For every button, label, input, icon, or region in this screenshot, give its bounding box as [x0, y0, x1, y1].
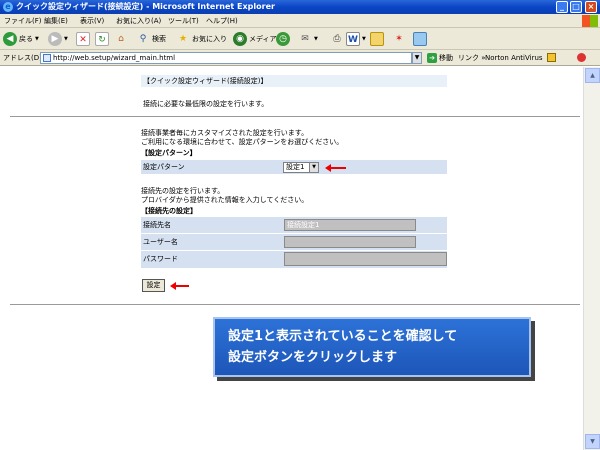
window-titlebar: e クイック設定ウィザード(接続設定) - Microsoft Internet… [0, 0, 600, 14]
media-icon: ◉ [233, 32, 247, 46]
pattern-label: 設定パターン [143, 163, 185, 171]
norton-antivirus-button[interactable]: Norton AntiVirus [485, 52, 543, 64]
messenger-button[interactable]: ✶ [392, 31, 406, 47]
pattern-select[interactable]: 設定1 ▼ [283, 162, 319, 173]
vertical-scrollbar[interactable]: ▲ ▼ [583, 67, 600, 450]
arrow-to-button-icon [170, 282, 189, 290]
research-icon [413, 32, 427, 46]
history-button[interactable]: ◷ [276, 31, 290, 47]
maximize-button[interactable]: □ [570, 1, 582, 13]
chevron-down-icon: ▼ [309, 163, 318, 172]
scroll-down-icon[interactable]: ▼ [585, 434, 600, 449]
home-icon: ⌂ [118, 34, 124, 44]
stop-icon: ✕ [76, 32, 90, 46]
messenger-icon: ✶ [395, 34, 403, 44]
ie-icon: e [3, 2, 13, 12]
research-button[interactable] [413, 31, 427, 47]
menu-edit[interactable]: 編集(E) [44, 15, 68, 27]
submit-button[interactable]: 設定 [142, 279, 165, 292]
note-icon [370, 32, 384, 46]
print-icon: ⎙ [333, 34, 341, 44]
dest-name-label: 接続先名 [143, 221, 171, 229]
password-label: パスワード [143, 255, 178, 263]
callout-line-2: 設定ボタンをクリックします [228, 350, 398, 365]
scroll-up-icon[interactable]: ▲ [585, 68, 600, 83]
address-url: http://web.setup/wizard_main.html [53, 54, 176, 62]
menu-bar: ファイル(F) 編集(E) 表示(V) お気に入り(A) ツール(T) ヘルプ(… [0, 14, 600, 28]
links-button[interactable]: リンク » [458, 52, 486, 64]
pattern-desc-1: 接続事業者毎にカスタマイズされた設定を行います。 [141, 129, 309, 137]
standard-toolbar: ◀ 戻る ▼ ▶ ▼ ✕ ↻ ⌂ ⚲ 検索 ★ お気に入り ◉ メディア ◷ ✉… [0, 28, 600, 50]
dest-name-row: 接続先名 接続設定1 [141, 217, 447, 233]
dest-desc-2: プロバイダから提供された情報を入力してください。 [141, 196, 309, 204]
pattern-desc-2: ご利用になる環境に合わせて、設定パターンをお選びください。 [141, 138, 344, 146]
forward-button[interactable]: ▶ ▼ [48, 31, 68, 47]
home-button[interactable]: ⌂ [114, 31, 128, 47]
go-arrow-icon: ➔ [427, 53, 437, 63]
minimize-button[interactable]: _ [556, 1, 568, 13]
menu-tools[interactable]: ツール(T) [168, 15, 199, 27]
menu-help[interactable]: ヘルプ(H) [206, 15, 238, 27]
refresh-icon: ↻ [95, 32, 109, 46]
pattern-select-value: 設定1 [286, 163, 305, 171]
stop-button[interactable]: ✕ [76, 31, 90, 47]
callout-line-1: 設定1と表示されていることを確認して [228, 329, 458, 344]
window-title: クイック設定ウィザード(接続設定) - Microsoft Internet E… [16, 2, 275, 11]
search-button[interactable]: ⚲ 検索 [136, 31, 166, 47]
dest-section-title: 【接続先の設定】 [141, 207, 197, 215]
divider-top [10, 116, 580, 117]
go-button[interactable]: ➔ 移動 [427, 52, 453, 64]
instruction-callout: 設定1と表示されていることを確認して 設定ボタンをクリックします [213, 317, 531, 377]
windows-logo-icon [582, 15, 598, 27]
mail-dropdown-icon: ▼ [314, 36, 318, 42]
wizard-header: 【クイック設定ウィザード(接続設定)】 [141, 75, 447, 87]
forward-dropdown-icon: ▼ [64, 36, 68, 42]
password-row: パスワード [141, 251, 447, 268]
mail-button[interactable]: ✉ ▼ [298, 31, 318, 47]
address-input[interactable]: http://web.setup/wizard_main.html [40, 52, 412, 64]
menu-favorites[interactable]: お気に入り(A) [116, 15, 161, 27]
address-bar: アドレス(D) http://web.setup/wizard_main.htm… [0, 50, 600, 66]
dest-name-field[interactable]: 接続設定1 [284, 219, 416, 231]
forward-arrow-icon: ▶ [48, 32, 62, 46]
word-icon: W [346, 32, 360, 46]
print-button[interactable]: ⎙ [330, 31, 344, 47]
norton-icon[interactable] [547, 53, 556, 62]
favorites-button[interactable]: ★ お気に入り [176, 31, 227, 47]
arrow-to-select-icon [325, 164, 346, 172]
search-icon: ⚲ [139, 34, 147, 44]
address-label: アドレス(D) [3, 54, 42, 62]
intro-text: 接続に必要な最低限の設定を行います。 [143, 100, 269, 108]
extension-icon[interactable] [577, 53, 586, 62]
star-icon: ★ [178, 34, 188, 44]
back-dropdown-icon: ▼ [35, 36, 39, 42]
pattern-section-title: 【設定パターン】 [141, 149, 197, 157]
password-field[interactable] [284, 252, 447, 266]
mail-icon: ✉ [301, 34, 309, 44]
dest-desc-1: 接続先の設定を行います。 [141, 187, 225, 195]
edit-dropdown-icon: ▼ [362, 36, 366, 42]
user-field[interactable] [284, 236, 416, 248]
menu-view[interactable]: 表示(V) [80, 15, 104, 27]
menu-file[interactable]: ファイル(F) [4, 15, 42, 27]
divider-bottom [10, 304, 580, 305]
refresh-button[interactable]: ↻ [95, 31, 109, 47]
history-icon: ◷ [276, 32, 290, 46]
back-arrow-icon: ◀ [3, 32, 17, 46]
back-button[interactable]: ◀ 戻る ▼ [3, 31, 39, 47]
discuss-button[interactable] [370, 31, 384, 47]
address-dropdown-icon[interactable]: ▼ [412, 52, 422, 64]
user-label: ユーザー名 [143, 238, 178, 246]
edit-button[interactable]: W ▼ [346, 31, 366, 47]
page-icon [43, 54, 51, 62]
media-button[interactable]: ◉ メディア [233, 31, 277, 47]
close-button[interactable]: × [585, 1, 597, 13]
user-row: ユーザー名 [141, 234, 447, 250]
